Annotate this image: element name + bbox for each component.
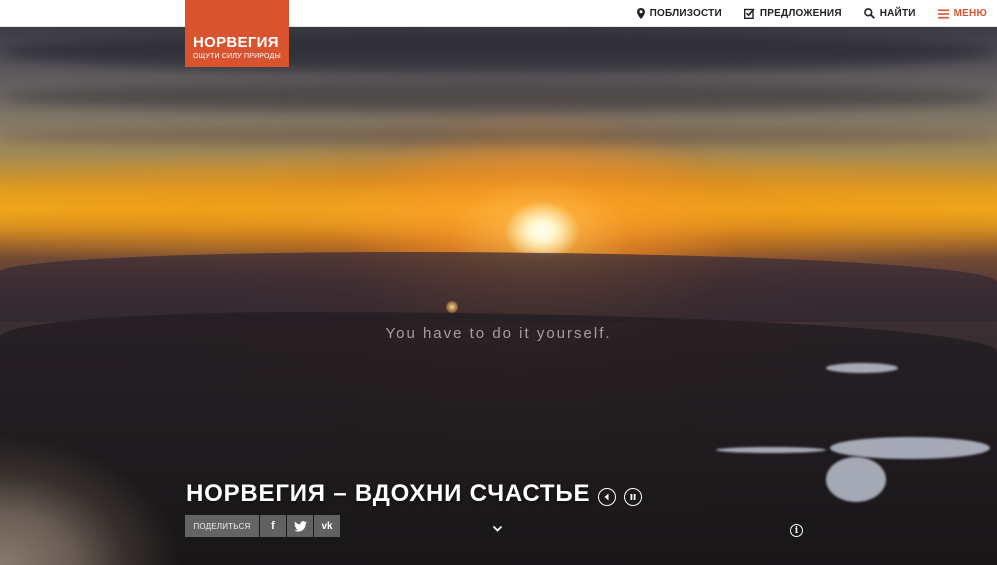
main-nav: ПОБЛИЗОСТИ ПРЕДЛОЖЕНИЯ НАЙТИ МЕНЮ: [615, 0, 987, 27]
lake: [826, 363, 898, 373]
sound-button[interactable]: [598, 488, 616, 506]
search-icon: [863, 8, 875, 19]
brand-subtitle: ОЩУТИ СИЛУ ПРИРОДЫ: [193, 53, 281, 60]
share-label: ПОДЕЛИТЬСЯ: [185, 515, 259, 537]
share-twitter-button[interactable]: [287, 515, 313, 537]
lake: [830, 437, 990, 459]
nav-menu[interactable]: МЕНЮ: [937, 8, 987, 19]
info-button[interactable]: i: [790, 524, 803, 537]
location-pin-icon: [636, 8, 645, 19]
nav-search-label: НАЙТИ: [879, 8, 916, 19]
chevron-down-icon: [492, 525, 503, 532]
nav-menu-label: МЕНЮ: [953, 8, 987, 19]
brand-title: НОРВЕГИЯ: [193, 34, 279, 51]
facebook-icon: f: [271, 520, 275, 532]
video-caption: You have to do it yourself.: [385, 325, 612, 342]
cloud-layer: [0, 82, 997, 112]
hamburger-icon: [937, 9, 949, 18]
twitter-icon: [293, 520, 307, 532]
scroll-down-button[interactable]: [492, 520, 503, 538]
cloud-layer: [0, 127, 997, 145]
brand-logo[interactable]: НОРВЕГИЯ ОЩУТИ СИЛУ ПРИРОДЫ: [185, 0, 289, 67]
nav-nearby[interactable]: ПОБЛИЗОСТИ: [636, 8, 722, 19]
nav-search[interactable]: НАЙТИ: [863, 8, 916, 19]
nav-offers-label: ПРЕДЛОЖЕНИЯ: [759, 8, 842, 19]
cloud-layer: [0, 32, 997, 72]
nav-nearby-label: ПОБЛИЗОСТИ: [649, 8, 722, 19]
lens-flare: [446, 301, 458, 313]
hero-headline: НОРВЕГИЯ – ВДОХНИ СЧАСТЬЕ: [186, 480, 591, 507]
share-vk-button[interactable]: vk: [314, 515, 340, 537]
pause-button[interactable]: [624, 488, 642, 506]
info-icon: i: [794, 525, 799, 536]
rocky-slope: [0, 425, 190, 565]
top-navigation-bar: ПОБЛИЗОСТИ ПРЕДЛОЖЕНИЯ НАЙТИ МЕНЮ: [0, 0, 997, 27]
mountain-ridge: [0, 252, 997, 322]
share-facebook-button[interactable]: f: [260, 515, 286, 537]
speaker-icon: [604, 493, 609, 501]
share-bar: ПОДЕЛИТЬСЯ f vk: [185, 515, 340, 537]
pause-icon: [630, 494, 636, 500]
vk-icon: vk: [321, 520, 333, 532]
lake: [716, 447, 826, 453]
nav-offers[interactable]: ПРЕДЛОЖЕНИЯ: [743, 8, 842, 19]
lake: [826, 457, 886, 502]
checkbox-icon: [743, 8, 755, 19]
